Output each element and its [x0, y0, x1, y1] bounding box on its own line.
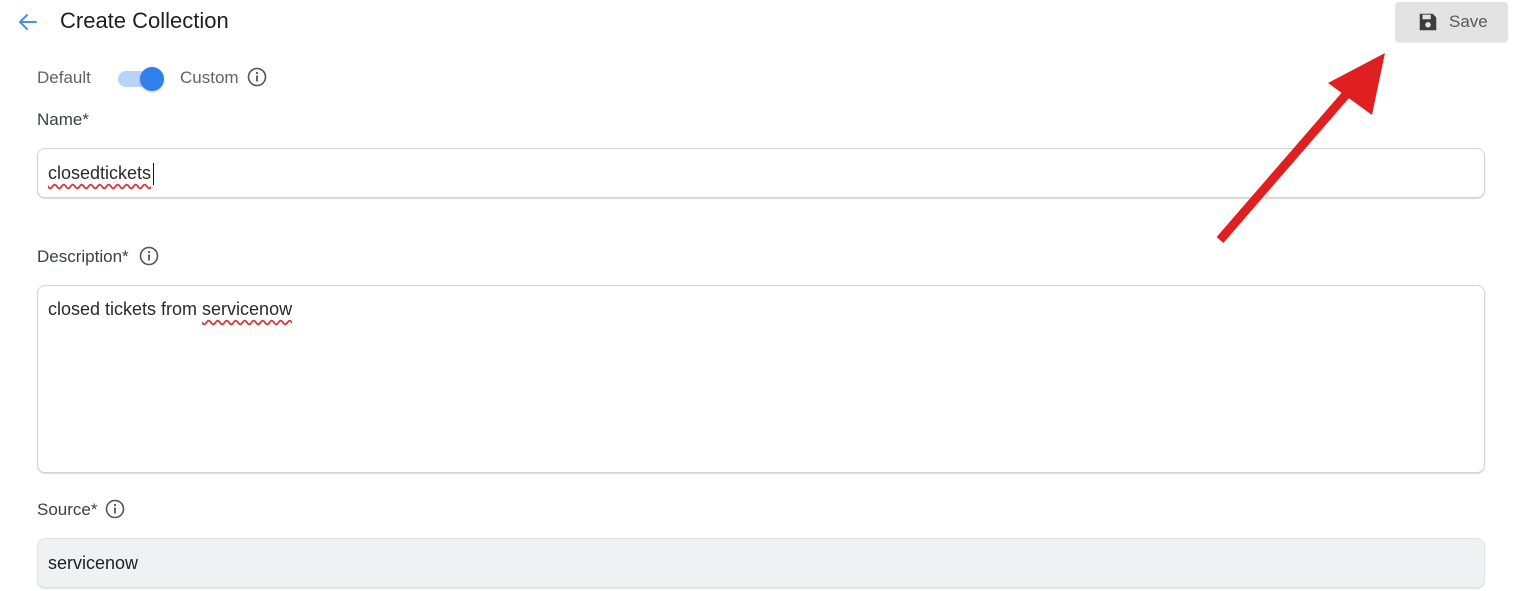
floppy-disk-icon [1419, 13, 1437, 31]
page-title: Create Collection [60, 8, 229, 33]
toggle-knob [140, 67, 164, 91]
name-input[interactable]: closedtickets [37, 148, 1485, 198]
description-value-flagged-word: servicenow [202, 299, 293, 319]
info-icon[interactable] [247, 67, 267, 87]
back-button[interactable] [14, 8, 42, 36]
description-label: Description* [37, 247, 129, 266]
info-icon[interactable] [139, 246, 159, 266]
source-field: servicenow [37, 538, 1485, 588]
source-label: Source* [37, 500, 98, 519]
info-icon[interactable] [105, 499, 125, 519]
text-caret [153, 163, 154, 185]
name-label: Name* [37, 110, 89, 129]
toggle-label-default: Default [37, 68, 91, 87]
description-textarea[interactable]: closed tickets from servicenow [37, 285, 1485, 473]
save-button[interactable]: Save [1395, 2, 1508, 42]
default-custom-toggle[interactable] [116, 66, 166, 92]
name-input-value: closedtickets [48, 163, 152, 183]
toggle-label-custom: Custom [180, 68, 239, 87]
arrow-left-icon [19, 14, 37, 30]
description-value-text: closed tickets from [48, 299, 203, 319]
description-value: closed tickets from servicenow [48, 299, 292, 320]
save-button-label: Save [1449, 12, 1488, 31]
source-value: servicenow [48, 553, 139, 573]
